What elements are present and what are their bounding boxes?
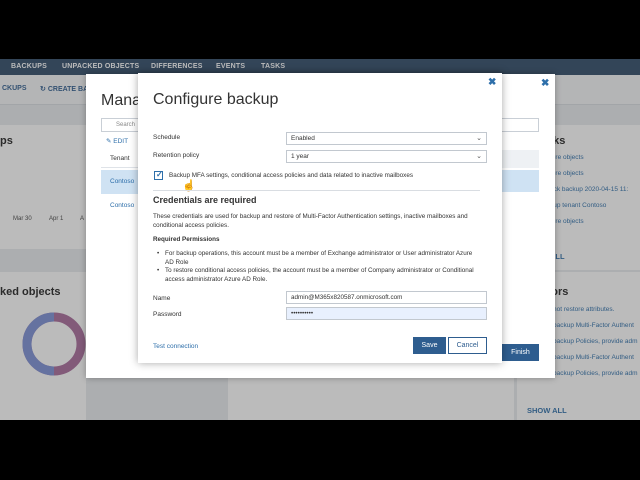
close-icon[interactable]: ✖ xyxy=(541,78,549,89)
password-field[interactable]: •••••••••• xyxy=(286,307,487,320)
name-value: admin@M365x820587.onmicrosoft.com xyxy=(291,294,403,301)
divider xyxy=(153,190,480,191)
search-placeholder: Search xyxy=(116,122,136,128)
pencil-icon: ✎ xyxy=(106,138,112,145)
cancel-button[interactable]: Cancel xyxy=(448,337,487,354)
schedule-label: Schedule xyxy=(153,134,181,141)
schedule-select[interactable]: Enabled ⌄ xyxy=(286,132,487,145)
name-label: Name xyxy=(153,295,171,302)
password-label: Password xyxy=(153,311,182,318)
required-permissions-heading: Required Permissions xyxy=(153,236,220,243)
configure-backup-dialog: ✖ Configure backup Schedule Enabled ⌄ Re… xyxy=(138,73,502,363)
tenant-cell: Contoso xyxy=(110,202,135,209)
tenant-cell: Contoso xyxy=(110,178,135,185)
dialog-title: Configure backup xyxy=(153,91,279,108)
wizard-title: Mana xyxy=(101,92,142,109)
mfa-checkbox[interactable]: ✓ xyxy=(154,170,163,180)
table-row[interactable]: Contoso xyxy=(101,170,141,194)
finish-button[interactable]: Finish xyxy=(502,344,539,361)
save-button[interactable]: Save xyxy=(413,337,446,354)
retention-select[interactable]: 1 year ⌄ xyxy=(286,150,487,163)
retention-value: 1 year xyxy=(291,153,310,160)
table-row[interactable]: Contoso xyxy=(101,194,141,218)
chevron-down-icon: ⌄ xyxy=(476,135,482,142)
tenant-column-label: Tenant xyxy=(110,155,130,162)
test-connection-link[interactable]: Test connection xyxy=(153,343,198,350)
name-field[interactable]: admin@M365x820587.onmicrosoft.com xyxy=(286,291,487,304)
close-icon[interactable]: ✖ xyxy=(488,77,496,88)
edit-label: EDIT xyxy=(113,138,129,145)
edit-button[interactable]: ✎ EDIT xyxy=(106,137,128,145)
tenant-column-header[interactable]: Tenant xyxy=(101,150,141,168)
search-input[interactable]: Search xyxy=(101,118,141,132)
schedule-value: Enabled xyxy=(291,135,315,142)
permission-bullet: To restore conditional access policies, … xyxy=(157,267,480,284)
password-value: •••••••••• xyxy=(291,310,314,317)
credentials-description: These credentials are used for backup an… xyxy=(153,213,468,229)
chevron-down-icon: ⌄ xyxy=(476,153,482,160)
permission-bullet: For backup operations, this account must… xyxy=(157,250,480,267)
retention-label: Retention policy xyxy=(153,152,200,159)
app-window: BACKUPS UNPACKED OBJECTS DIFFERENCES EVE… xyxy=(0,59,640,420)
credentials-heading: Credentials are required xyxy=(153,195,257,205)
checkmark-icon: ✓ xyxy=(156,170,163,179)
mfa-checkbox-label[interactable]: Backup MFA settings, conditional access … xyxy=(169,172,413,179)
video-frame: BACKUPS UNPACKED OBJECTS DIFFERENCES EVE… xyxy=(0,0,640,480)
